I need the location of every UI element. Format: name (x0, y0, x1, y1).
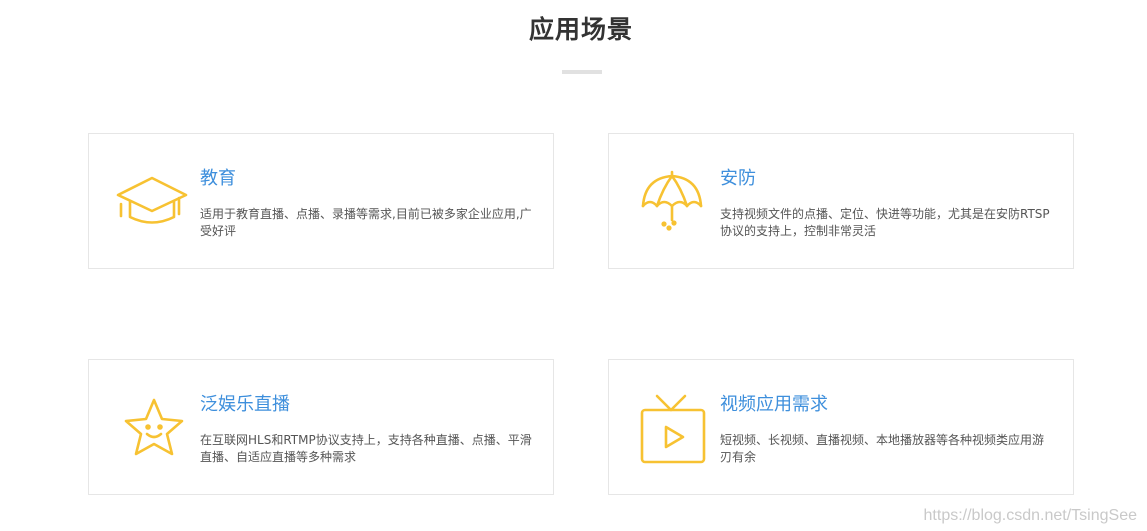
card-video-apps[interactable]: 视频应用需求 短视频、长视频、直播视频、本地播放器等各种视频类应用游刃有余 (608, 359, 1074, 495)
card-description: 短视频、长视频、直播视频、本地播放器等各种视频类应用游刃有余 (720, 433, 1045, 464)
card-title: 泛娱乐直播 (200, 394, 290, 415)
card-title: 视频应用需求 (720, 394, 828, 415)
tv-play-icon (633, 392, 711, 466)
watermark: https://blog.csdn.net/TsingSee (923, 507, 1137, 524)
umbrella-icon (633, 166, 711, 240)
graduation-cap-icon (113, 166, 191, 240)
card-description: 在互联网HLS和RTMP协议支持上，支持各种直播、点播、平滑直播、自适应直播等多… (200, 433, 532, 464)
section-title: 应用场景 (528, 15, 633, 44)
card-security[interactable]: 安防 支持视频文件的点播、定位、快进等功能，尤其是在安防RTSP协议的支持上，控… (608, 133, 1074, 269)
card-title: 教育 (200, 168, 236, 189)
card-title: 安防 (720, 168, 756, 189)
title-divider (562, 70, 602, 74)
card-entertainment-live[interactable]: 泛娱乐直播 在互联网HLS和RTMP协议支持上，支持各种直播、点播、平滑直播、自… (88, 359, 554, 495)
card-description: 适用于教育直播、点播、录播等需求,目前已被多家企业应用,广受好评 (200, 207, 532, 238)
card-education[interactable]: 教育 适用于教育直播、点播、录播等需求,目前已被多家企业应用,广受好评 (88, 133, 554, 269)
star-smile-icon (113, 392, 191, 466)
card-description: 支持视频文件的点播、定位、快进等功能，尤其是在安防RTSP协议的支持上，控制非常… (720, 207, 1050, 238)
